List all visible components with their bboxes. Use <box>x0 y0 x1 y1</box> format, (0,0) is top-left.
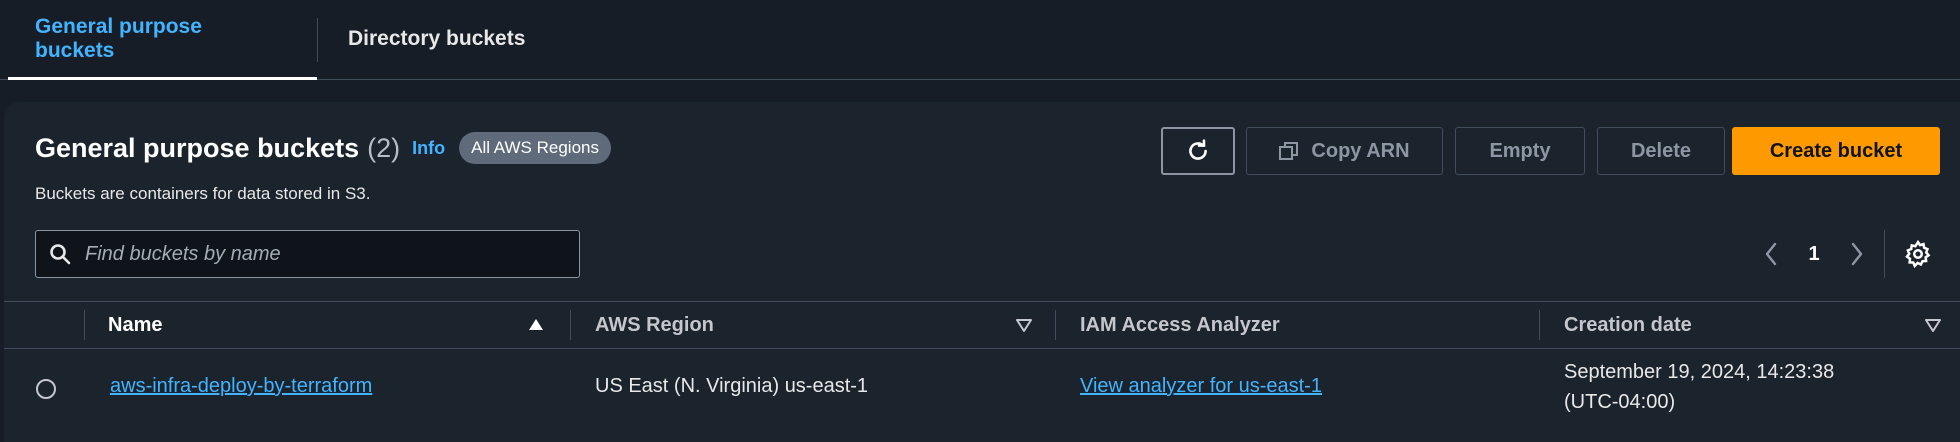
copy-icon <box>1279 142 1299 160</box>
buckets-panel: General purpose buckets (2) Info All AWS… <box>4 102 1960 442</box>
panel-description: Buckets are containers for data stored i… <box>35 184 371 203</box>
create-bucket-button[interactable]: Create bucket <box>1732 127 1940 175</box>
panel-header: General purpose buckets (2) Info All AWS… <box>35 132 611 164</box>
tab-label: General purpose buckets <box>35 15 202 62</box>
next-page-button[interactable] <box>1842 236 1872 272</box>
gear-icon <box>1905 239 1931 269</box>
column-header-creation-date[interactable]: Creation date <box>1564 302 1692 348</box>
pagination-divider <box>1884 230 1885 278</box>
chevron-right-icon <box>1851 242 1863 266</box>
table-settings-button[interactable] <box>1903 239 1933 269</box>
refresh-icon <box>1189 139 1207 160</box>
bucket-count: (2) <box>367 132 401 163</box>
search-box <box>35 230 580 278</box>
sort-unsorted-icon[interactable] <box>1015 316 1033 334</box>
column-label: IAM Access Analyzer <box>1080 313 1280 336</box>
create-bucket-label: Create bucket <box>1769 139 1903 162</box>
tab-label: Directory buckets <box>348 27 526 50</box>
creation-date: September 19, 2024, 14:23:38 <box>1564 361 1835 383</box>
region-badge: All AWS Regions <box>459 132 611 164</box>
chevron-left-icon <box>1765 242 1777 266</box>
tab-directory-buckets[interactable]: Directory buckets <box>318 0 555 78</box>
column-divider <box>1055 310 1056 340</box>
page-title: General purpose buckets <box>35 132 360 163</box>
bucket-type-tabs: General purpose buckets Directory bucket… <box>0 0 1960 80</box>
column-divider <box>84 310 85 340</box>
table-row: aws-infra-deploy-by-terraform US East (N… <box>4 349 1960 432</box>
sort-ascending-icon[interactable] <box>527 316 545 334</box>
column-label: AWS Region <box>595 313 714 336</box>
column-label: Name <box>108 313 163 336</box>
refresh-button[interactable] <box>1161 127 1235 175</box>
row-select-radio[interactable] <box>36 379 56 399</box>
creation-date-timezone: (UTC-04:00) <box>1564 391 1676 413</box>
info-link[interactable]: Info <box>412 138 445 159</box>
copy-arn-button[interactable]: Copy ARN <box>1246 127 1443 175</box>
bucket-region: US East (N. Virginia) us-east-1 <box>595 375 869 397</box>
sort-unsorted-icon[interactable] <box>1924 316 1942 334</box>
column-header-iam-access-analyzer[interactable]: IAM Access Analyzer <box>1080 302 1280 348</box>
empty-label: Empty <box>1489 139 1551 162</box>
table-header: Name AWS Region IAM Access Analyzer Crea… <box>4 301 1960 349</box>
tab-general-purpose-buckets[interactable]: General purpose buckets <box>8 0 317 80</box>
column-divider <box>570 310 571 340</box>
delete-label: Delete <box>1630 139 1692 162</box>
pagination: 1 <box>1756 236 1872 272</box>
previous-page-button[interactable] <box>1756 236 1786 272</box>
column-header-region[interactable]: AWS Region <box>595 302 714 348</box>
page-number[interactable]: 1 <box>1786 243 1842 266</box>
bucket-name-link[interactable]: aws-infra-deploy-by-terraform <box>110 375 372 398</box>
column-label: Creation date <box>1564 313 1692 336</box>
column-header-name[interactable]: Name <box>108 302 162 348</box>
delete-button[interactable]: Delete <box>1597 127 1725 175</box>
column-divider <box>1539 310 1540 340</box>
copy-arn-label: Copy ARN <box>1311 139 1410 162</box>
view-analyzer-link[interactable]: View analyzer for us-east-1 <box>1080 375 1322 398</box>
search-input[interactable] <box>83 241 553 267</box>
search-icon <box>50 244 71 265</box>
empty-button[interactable]: Empty <box>1455 127 1585 175</box>
